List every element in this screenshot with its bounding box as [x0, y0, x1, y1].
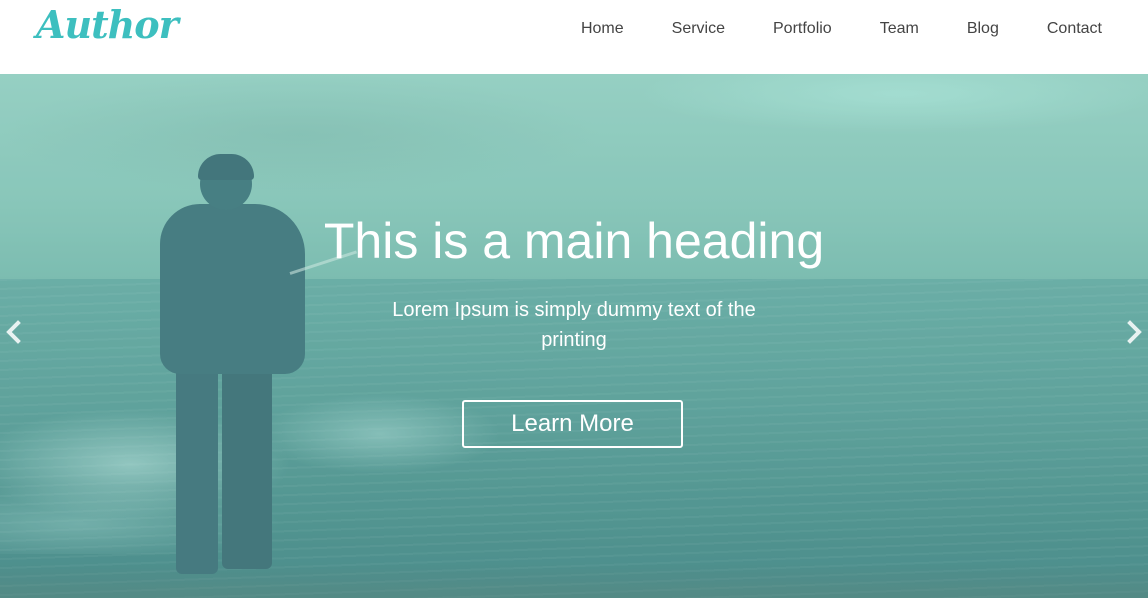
hero-subtitle: Lorem Ipsum is simply dummy text of the …	[392, 299, 756, 351]
carousel-next-button[interactable]	[1124, 318, 1144, 346]
nav-item-service[interactable]: Service	[672, 18, 725, 40]
learn-more-button[interactable]: Learn More	[462, 400, 683, 448]
navbar: Author Home Service Portfolio Team Blog …	[0, 0, 1148, 74]
nav-item-home[interactable]: Home	[581, 18, 624, 40]
carousel-prev-button[interactable]	[4, 318, 24, 346]
chevron-right-icon	[1127, 320, 1142, 344]
nav-item-team[interactable]: Team	[880, 18, 919, 40]
logo[interactable]: Author	[36, 2, 179, 47]
nav-item-contact[interactable]: Contact	[1047, 18, 1102, 40]
nav-item-portfolio[interactable]: Portfolio	[773, 18, 832, 40]
hero-content: This is a main heading Lorem Ipsum is si…	[0, 74, 1148, 598]
nav-item-blog[interactable]: Blog	[967, 18, 999, 40]
nav-menu: Home Service Portfolio Team Blog Contact	[581, 18, 1148, 40]
hero-carousel: This is a main heading Lorem Ipsum is si…	[0, 74, 1148, 598]
hero-title: This is a main heading	[323, 213, 825, 269]
chevron-left-icon	[6, 320, 21, 344]
